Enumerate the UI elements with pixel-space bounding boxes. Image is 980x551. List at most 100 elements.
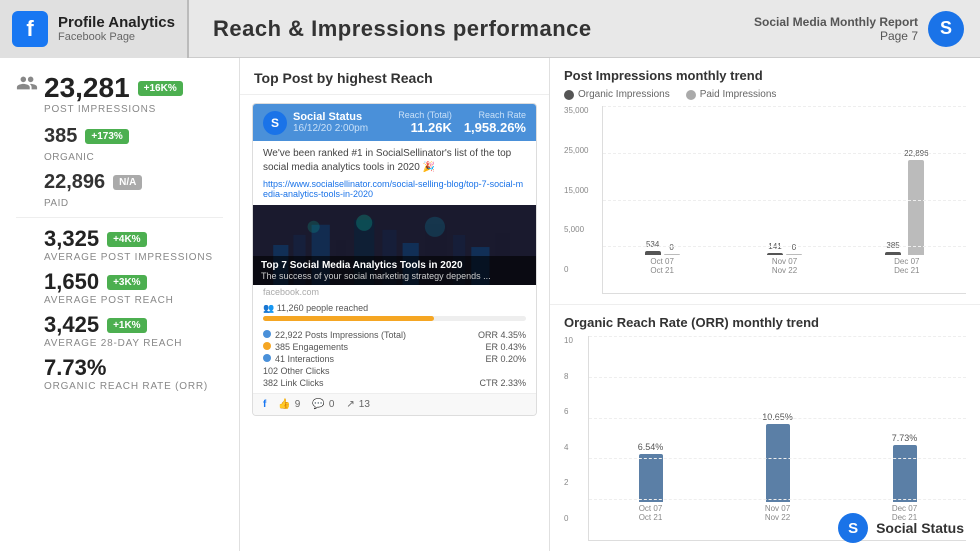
legend-paid-dot	[686, 90, 696, 100]
reach-stat: Reach (Total) 11.26K	[398, 110, 452, 135]
orr-label: ORGANIC REACH RATE (ORR)	[16, 381, 223, 392]
reach-rate-label: Reach Rate	[464, 110, 526, 120]
post-impressions-section: 23,281 +16K% POST IMPRESSIONS	[16, 72, 223, 115]
facebook-footer-icon: f	[263, 399, 266, 410]
stat-row-1: 22,922 Posts Impressions (Total) ORR 4.3…	[263, 329, 526, 341]
orr-nov-date1: Nov 07	[765, 504, 790, 513]
dec-label2: Dec 21	[894, 266, 919, 275]
avg-post-impressions-row: 3,325 +4K%	[16, 226, 223, 252]
brand-text: Profile Analytics Facebook Page	[58, 14, 175, 43]
likes-count: 9	[295, 399, 301, 410]
bar-pair-nov: 141 0	[767, 242, 802, 255]
organic-badge: +173%	[85, 129, 128, 144]
dec-paid-bar	[908, 160, 924, 255]
footer: S Social Status	[838, 513, 964, 543]
post-date: 16/12/20 2:00pm	[293, 123, 368, 134]
orr-oct-date1: Oct 07	[639, 504, 663, 513]
orr-group-oct: 6.54% Oct 07 Oct 21	[597, 442, 704, 522]
post-stats-list: 22,922 Posts Impressions (Total) ORR 4.3…	[253, 325, 536, 393]
stat-label-2: 385 Engagements	[263, 342, 348, 352]
grid-line-75	[603, 246, 966, 247]
comments-count: 0	[329, 399, 335, 410]
reach-bar-label: 👥 11,260 people reached	[263, 303, 526, 314]
post-link[interactable]: https://www.socialsellinator.com/social-…	[263, 179, 526, 199]
reach-bar-fill	[263, 316, 434, 321]
organic-section: 385 +173%	[16, 125, 223, 148]
post-profile-name: Social Status	[293, 111, 368, 123]
footer-logo: S	[838, 513, 868, 543]
y-label-0: 0	[564, 265, 588, 274]
top-post-card: S Social Status 16/12/20 2:00pm Reach (T…	[252, 103, 537, 416]
orr-group-nov: 10.65% Nov 07 Nov 22	[724, 412, 831, 522]
orr-bar-nov: 10.65%	[762, 412, 793, 502]
orr-oct-bar	[639, 454, 663, 502]
comments-action[interactable]: 💬 0	[312, 399, 334, 410]
reach-bar-track	[263, 316, 526, 321]
social-status-logo: S	[928, 11, 964, 47]
post-image-caption: Top 7 Social Media Analytics Tools in 20…	[253, 256, 536, 285]
stat-label-1: 22,922 Posts Impressions (Total)	[263, 330, 406, 340]
stat-value-3: ER 0.20%	[485, 354, 526, 364]
divider1	[16, 217, 223, 218]
nov-paid-label: 0	[792, 243, 796, 252]
page-title: Reach & Impressions performance	[189, 16, 754, 42]
share-icon: ↗	[346, 399, 354, 410]
brand-title: Profile Analytics	[58, 14, 175, 31]
legend-organic: Organic Impressions	[564, 89, 670, 100]
thumbs-up-icon: 👍	[278, 399, 290, 410]
post-impressions-value: 23,281	[44, 72, 130, 104]
orr-grid-40	[589, 418, 966, 419]
dec-organic-bar	[885, 252, 901, 255]
y-label-5k: 5,000	[564, 225, 588, 234]
legend-organic-label: Organic Impressions	[578, 89, 670, 100]
orr-y-4: 4	[564, 443, 573, 452]
oct-organic-label: 534	[646, 240, 659, 249]
orr-dec-bar	[893, 445, 917, 502]
orr-y-0: 0	[564, 514, 573, 523]
y-label-25k: 25,000	[564, 146, 588, 155]
orr-group-dec: 7.73% Dec 07 Dec 21	[851, 433, 958, 522]
orr-bar-dec: 7.73%	[892, 433, 918, 502]
shares-action[interactable]: ↗ 13	[346, 399, 370, 410]
brand-section: f Profile Analytics Facebook Page	[0, 0, 189, 58]
stat-row-2: 385 Engagements ER 0.43%	[263, 341, 526, 353]
orr-y-8: 8	[564, 372, 573, 381]
impressions-legend: Organic Impressions Paid Impressions	[564, 89, 966, 100]
oct-paid-bar	[664, 254, 680, 255]
right-panel: Post Impressions monthly trend Organic I…	[550, 58, 980, 551]
legend-paid: Paid Impressions	[686, 89, 777, 100]
y-label-35k: 35,000	[564, 106, 588, 115]
orr-y-2: 2	[564, 478, 573, 487]
avg-post-reach-value: 1,650	[44, 269, 99, 295]
nov-paid-bar	[786, 254, 802, 255]
orr-y-axis: 10 8 6 4 2 0	[564, 336, 573, 523]
bar-pair-oct: 534 0	[645, 240, 680, 255]
orr-oct-date2: Oct 21	[639, 513, 663, 522]
orr-bar-oct: 6.54%	[638, 442, 664, 502]
organic-value: 385	[44, 125, 77, 148]
orr-grid-60	[589, 458, 966, 459]
reach-rate-value: 1,958.26%	[464, 120, 526, 135]
fb-icon-small: f	[263, 399, 266, 410]
report-line2: Page 7	[754, 29, 918, 43]
post-impressions-label: POST IMPRESSIONS	[16, 104, 223, 115]
dec-label1: Dec 07	[894, 257, 919, 266]
avg-28day-reach-label: AVERAGE 28-DAY REACH	[16, 338, 223, 349]
orr-nov-date2: Nov 22	[765, 513, 790, 522]
avg-post-reach-badge: +3K%	[107, 275, 147, 290]
avg-post-impressions-label: AVERAGE POST IMPRESSIONS	[16, 252, 223, 263]
post-image: Top 7 Social Media Analytics Tools in 20…	[253, 205, 536, 285]
reach-value: 11.26K	[398, 120, 452, 135]
likes-action[interactable]: 👍 9	[278, 399, 300, 410]
paid-label: PAID	[16, 198, 223, 209]
post-profile: S Social Status 16/12/20 2:00pm	[263, 111, 368, 135]
nov-label1: Nov 07	[772, 257, 797, 266]
post-body-text: We've been ranked #1 in SocialSellinator…	[263, 147, 526, 175]
organic-metric: 385 +173%	[44, 125, 223, 148]
nov-organic-bar	[767, 253, 783, 255]
avg-post-impressions-badge: +4K%	[107, 232, 147, 247]
avg-post-reach-row: 1,650 +3K%	[16, 269, 223, 295]
bar-group-dec: 385 22,896 Dec 07 Dec 21	[856, 149, 958, 275]
orr-grid-80	[589, 499, 966, 500]
post-impressions-badge: +16K%	[138, 81, 183, 96]
